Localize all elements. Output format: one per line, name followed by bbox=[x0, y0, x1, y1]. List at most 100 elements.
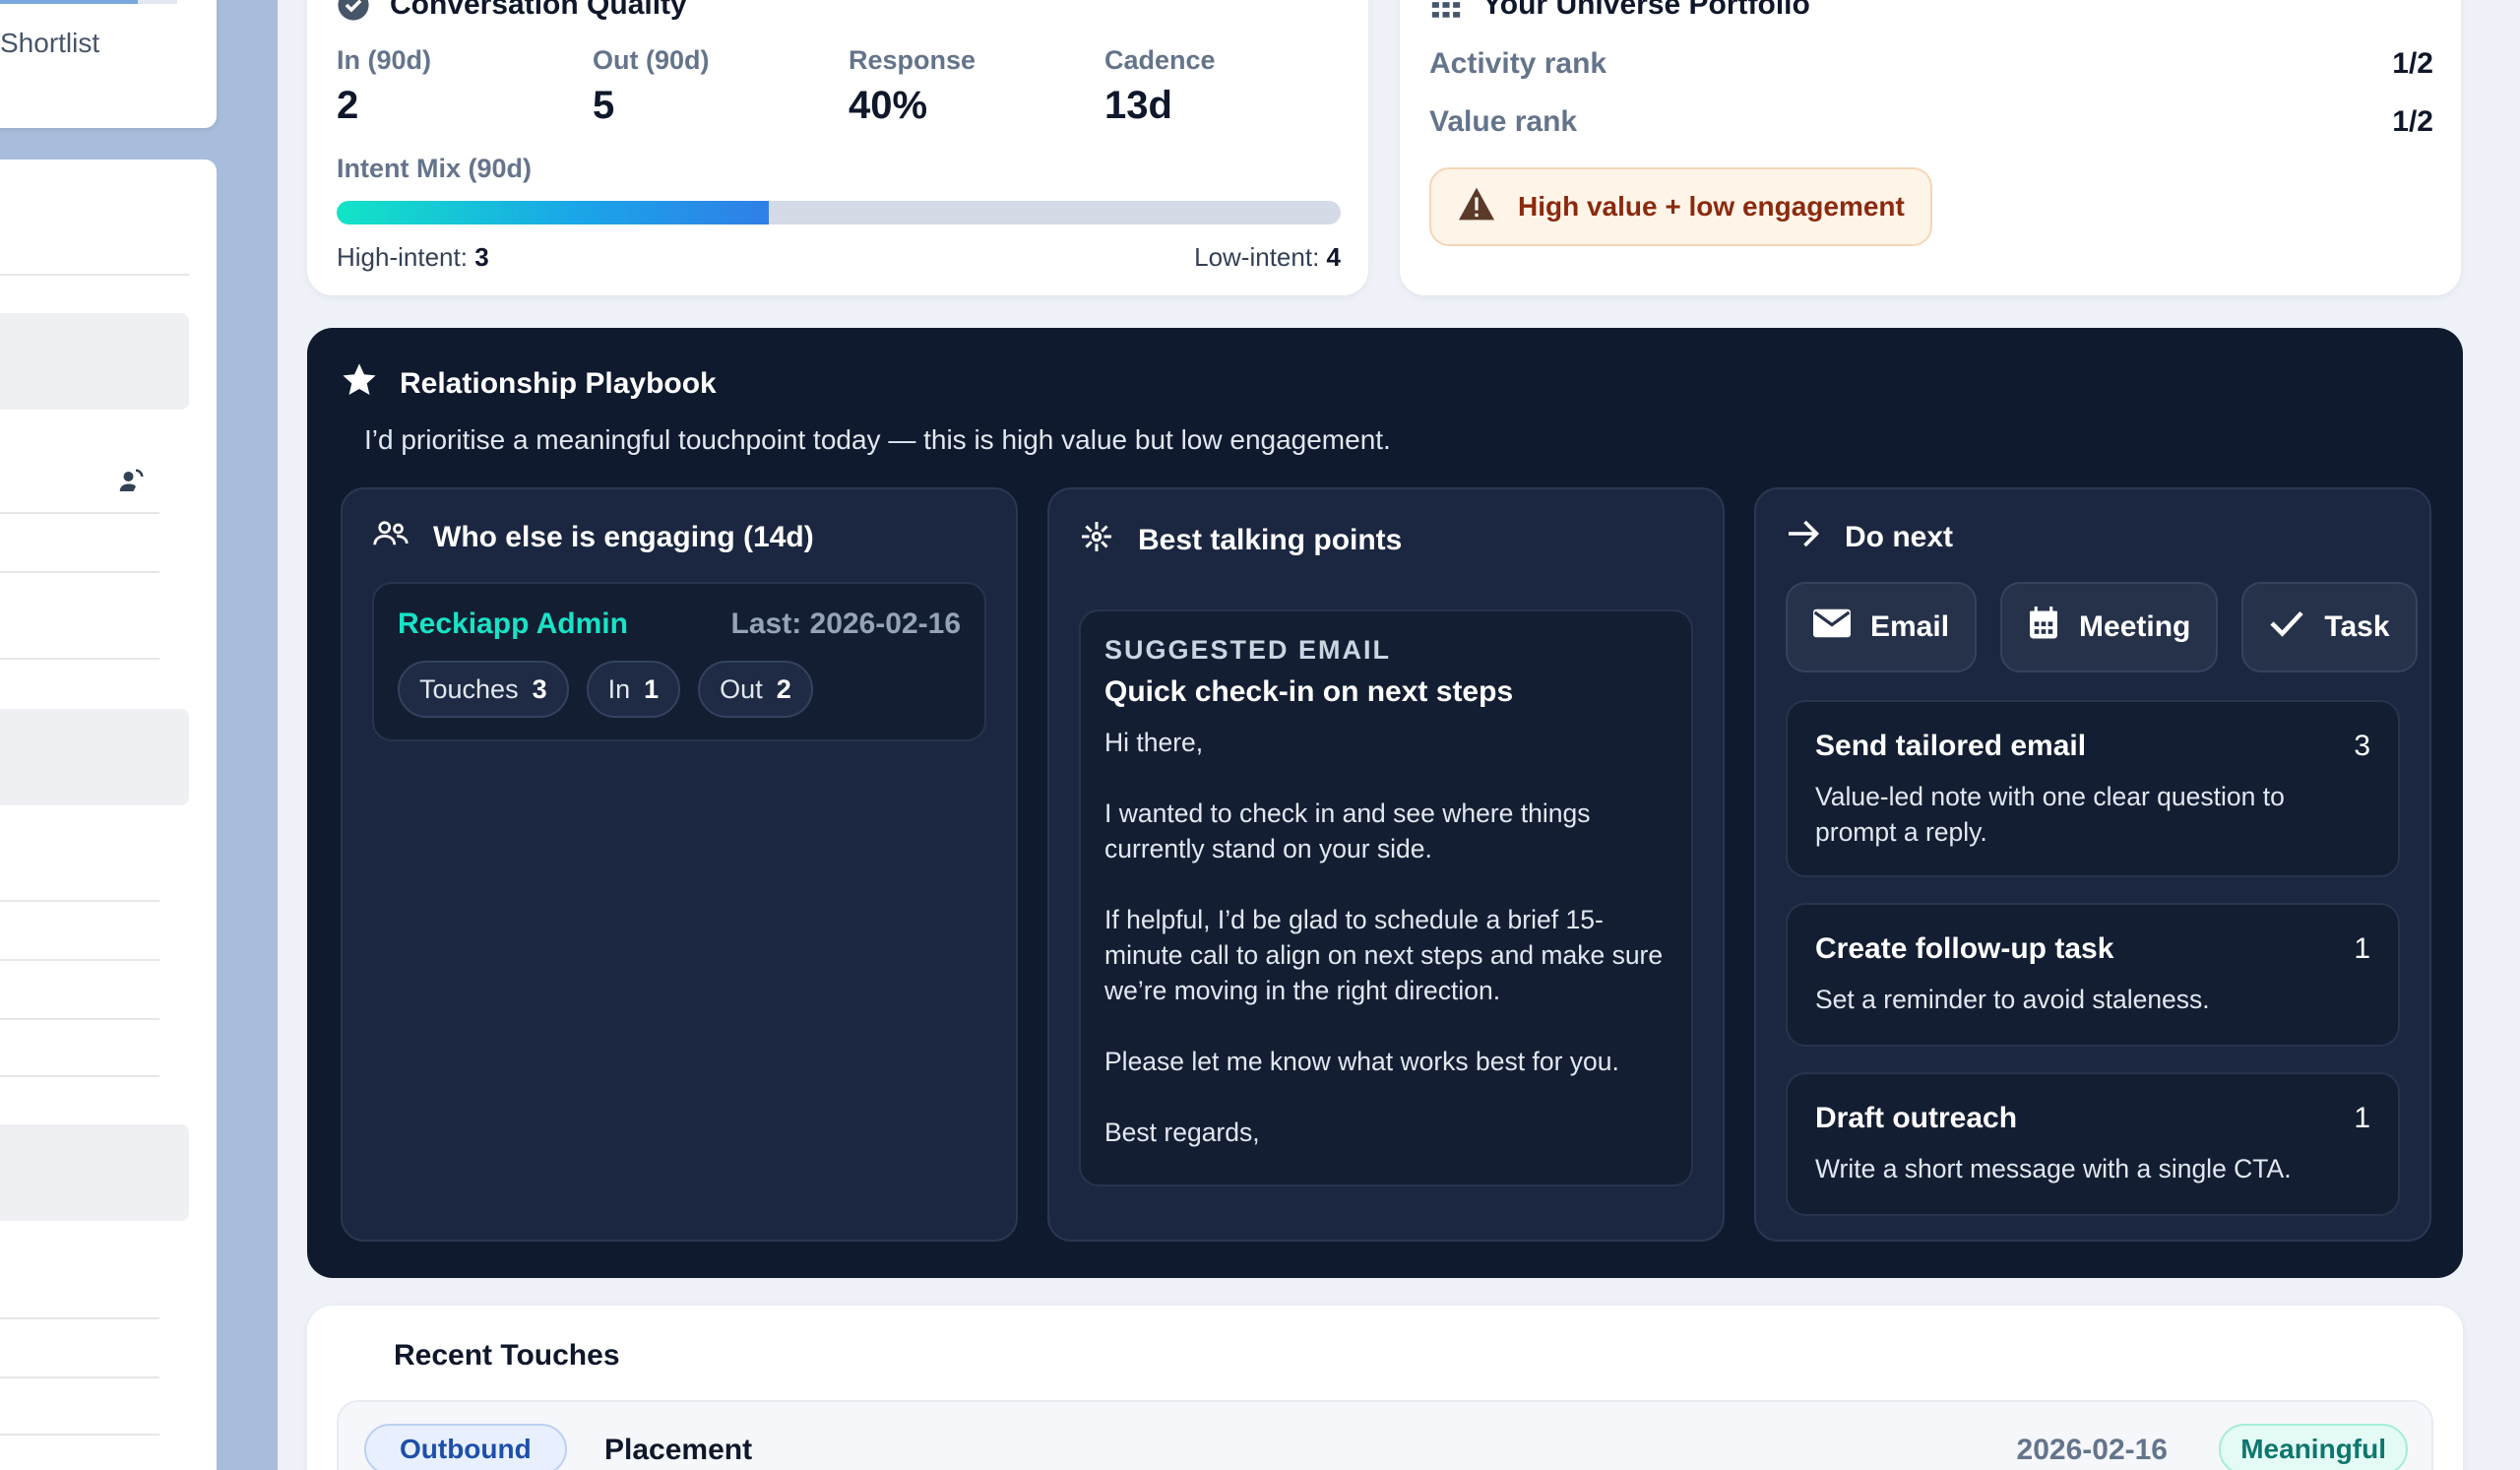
sparkle-icon bbox=[1079, 519, 1114, 562]
conversation-quality-card: Conversation Quality In (90d) 2 Out (90d… bbox=[307, 0, 1368, 295]
touch-row[interactable]: Outbound Placement 2026-02-16 Meaningful bbox=[337, 1400, 2433, 1470]
next-action-title: Draft outreach bbox=[1815, 1102, 2018, 1134]
next-action-title: Send tailored email bbox=[1815, 730, 2087, 762]
low-intent-summary: Low-intent: 4 bbox=[1194, 242, 1341, 273]
email-paragraph: If helpful, I’d be glad to schedule a br… bbox=[1104, 905, 1664, 1005]
email-paragraph: Please let me know what works best for y… bbox=[1104, 1047, 1619, 1076]
next-action-title: Create follow-up task bbox=[1815, 932, 2114, 965]
stat-label: In (90d) bbox=[337, 45, 432, 75]
engaging-title: Who else is engaging (14d) bbox=[433, 521, 814, 553]
engager-name[interactable]: Reckiapp Admin bbox=[398, 607, 628, 641]
engaging-header: Who else is engaging (14d) bbox=[372, 519, 814, 556]
sidebar-field-block[interactable] bbox=[0, 1124, 189, 1221]
chip-value: 3 bbox=[532, 673, 547, 704]
divider bbox=[0, 1018, 159, 1020]
next-action-card[interactable]: Create follow-up task 1 Set a reminder t… bbox=[1786, 903, 2400, 1047]
divider bbox=[0, 274, 189, 276]
divider bbox=[0, 1376, 159, 1378]
active-tab-indicator bbox=[0, 0, 138, 4]
checkmark-icon bbox=[2269, 608, 2304, 646]
conversation-quality-header: Conversation Quality bbox=[337, 0, 687, 22]
conversation-quality-title: Conversation Quality bbox=[390, 0, 687, 21]
next-action-count: 3 bbox=[2354, 730, 2370, 762]
stat-out: Out (90d) 5 bbox=[593, 45, 710, 128]
touch-date: 2026-02-16 bbox=[2016, 1434, 2168, 1466]
sidebar-field-block[interactable] bbox=[0, 709, 189, 805]
intent-mix-fill bbox=[337, 201, 769, 224]
stat-response: Response 40% bbox=[849, 45, 976, 128]
email-greeting: Hi there, bbox=[1104, 728, 1204, 757]
high-intent-value: 3 bbox=[474, 242, 489, 272]
do-next-panel: Do next Email Meeting Task Send tailored… bbox=[1754, 487, 2431, 1242]
mail-icon bbox=[1813, 608, 1851, 646]
universe-portfolio-card: Your Universe Portfolio Activity rank 1/… bbox=[1400, 0, 2461, 295]
meeting-button[interactable]: Meeting bbox=[2000, 582, 2219, 672]
email-button-label: Email bbox=[1870, 610, 1950, 643]
quality-badge: Meaningful bbox=[2219, 1424, 2408, 1470]
next-action-card[interactable]: Draft outreach 1 Write a short message w… bbox=[1786, 1072, 2400, 1216]
recent-touches-title: Recent Touches bbox=[394, 1339, 620, 1372]
chip-label: Out bbox=[720, 673, 763, 704]
divider bbox=[0, 1075, 159, 1077]
high-intent-summary: High-intent: 3 bbox=[337, 242, 489, 273]
email-button[interactable]: Email bbox=[1786, 582, 1978, 672]
suggested-email[interactable]: SUGGESTED EMAIL Quick check-in on next s… bbox=[1079, 609, 1693, 1186]
chip-label: Touches bbox=[419, 673, 519, 704]
do-next-title: Do next bbox=[1845, 521, 1954, 553]
stat-value: 2 bbox=[337, 84, 359, 127]
grid-icon bbox=[1429, 0, 1463, 22]
do-next-header: Do next bbox=[1786, 519, 1953, 556]
suggested-email-subject: Quick check-in on next steps bbox=[1104, 675, 1514, 708]
talking-points-header: Best talking points bbox=[1079, 519, 1402, 562]
user-edit-icon[interactable] bbox=[116, 467, 146, 504]
stat-label: Response bbox=[849, 45, 976, 75]
divider bbox=[0, 571, 159, 573]
value-rank-value: 1/2 bbox=[2392, 105, 2433, 138]
suggested-email-body: Hi there, I wanted to check in and see w… bbox=[1104, 725, 1668, 1150]
arrow-right-icon bbox=[1786, 519, 1821, 556]
universe-portfolio-header: Your Universe Portfolio bbox=[1429, 0, 1810, 22]
next-action-description: Write a short message with a single CTA. bbox=[1815, 1154, 2292, 1183]
email-paragraph: I wanted to check in and see where thing… bbox=[1104, 799, 1591, 863]
do-next-actions: Email Meeting Task bbox=[1786, 582, 2418, 672]
talking-points-panel: Best talking points SUGGESTED EMAIL Quic… bbox=[1047, 487, 1725, 1242]
universe-portfolio-title: Your Universe Portfolio bbox=[1482, 0, 1810, 21]
task-button[interactable]: Task bbox=[2241, 582, 2418, 672]
intent-mix-label: Intent Mix (90d) bbox=[337, 154, 533, 183]
divider bbox=[0, 1434, 159, 1436]
next-action-card[interactable]: Send tailored email 3 Value-led note wit… bbox=[1786, 700, 2400, 877]
stat-label: Cadence bbox=[1104, 45, 1216, 75]
divider bbox=[0, 959, 159, 961]
divider bbox=[0, 1317, 159, 1319]
stat-cadence: Cadence 13d bbox=[1104, 45, 1216, 128]
stat-value: 40% bbox=[849, 84, 928, 127]
chip-label: In bbox=[607, 673, 631, 704]
calendar-icon bbox=[2028, 607, 2059, 648]
chip-in: In 1 bbox=[586, 661, 681, 718]
stat-value: 13d bbox=[1104, 84, 1172, 127]
engagement-warning-badge: High value + low engagement bbox=[1429, 167, 1932, 246]
low-intent-label: Low-intent: bbox=[1194, 242, 1320, 272]
activity-rank-row: Activity rank 1/2 bbox=[1429, 47, 2433, 81]
playbook-recommendation: I’d prioritise a meaningful touchpoint t… bbox=[364, 424, 1391, 455]
stat-label: Out (90d) bbox=[593, 45, 710, 75]
next-action-description: Set a reminder to avoid staleness. bbox=[1815, 985, 2210, 1014]
sidebar-field-block[interactable] bbox=[0, 313, 189, 410]
value-rank-row: Value rank 1/2 bbox=[1429, 105, 2433, 139]
sidebar-item-shortlist[interactable]: Shortlist bbox=[0, 28, 99, 59]
playbook-header: Relationship Playbook bbox=[341, 361, 717, 407]
engaging-panel: Who else is engaging (14d) Reckiapp Admi… bbox=[341, 487, 1018, 1242]
chip-touches: Touches 3 bbox=[398, 661, 569, 718]
warning-icon bbox=[1457, 186, 1496, 228]
star-icon bbox=[341, 361, 378, 407]
intent-mix-bar bbox=[337, 201, 1341, 224]
divider bbox=[0, 512, 159, 514]
next-action-description: Value-led note with one clear question t… bbox=[1815, 782, 2285, 847]
chip-value: 2 bbox=[776, 673, 791, 704]
main-content: Conversation Quality In (90d) 2 Out (90d… bbox=[278, 0, 2520, 1470]
sidebar-top-card: Shortlist bbox=[0, 0, 217, 128]
task-button-label: Task bbox=[2324, 610, 2390, 643]
check-circle-icon bbox=[337, 0, 370, 22]
tab-track bbox=[138, 0, 177, 4]
engager-card[interactable]: Reckiapp Admin Last: 2026-02-16 Touches … bbox=[372, 582, 986, 741]
